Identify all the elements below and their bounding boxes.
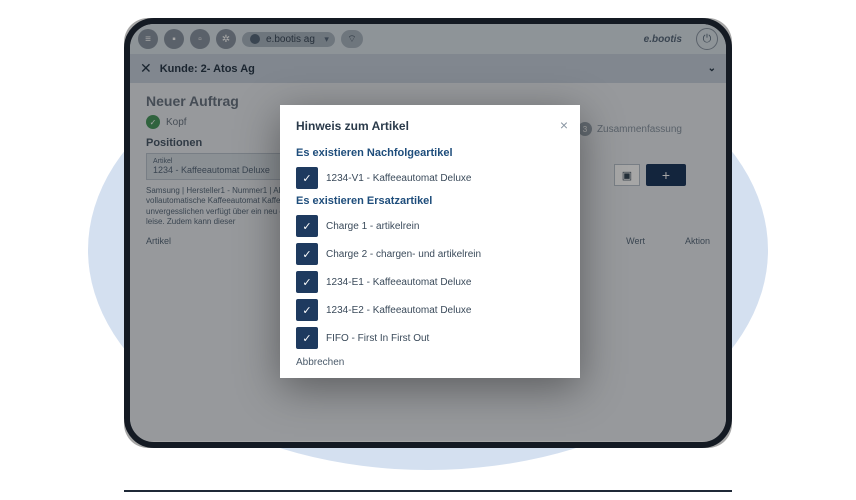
item-label: FIFO - First In First Out (326, 333, 429, 344)
modal-close-icon[interactable]: × (560, 117, 568, 133)
list-item[interactable]: ✓ 1234-V1 - Kaffeeautomat Deluxe (296, 167, 564, 189)
check-icon[interactable]: ✓ (296, 271, 318, 293)
check-icon[interactable]: ✓ (296, 243, 318, 265)
item-label: Charge 2 - chargen- und artikelrein (326, 249, 481, 260)
modal-title: Hinweis zum Artikel (296, 119, 564, 133)
list-item[interactable]: ✓ 1234-E1 - Kaffeeautomat Deluxe (296, 271, 564, 293)
check-icon[interactable]: ✓ (296, 299, 318, 321)
item-label: 1234-E2 - Kaffeeautomat Deluxe (326, 305, 471, 316)
list-item[interactable]: ✓ Charge 2 - chargen- und artikelrein (296, 243, 564, 265)
list-item[interactable]: ✓ Charge 1 - artikelrein (296, 215, 564, 237)
check-icon[interactable]: ✓ (296, 167, 318, 189)
list-item[interactable]: ✓ FIFO - First In First Out (296, 327, 564, 349)
modal-section1: Es existieren Nachfolgeartikel (296, 147, 564, 159)
list-item[interactable]: ✓ 1234-E2 - Kaffeeautomat Deluxe (296, 299, 564, 321)
article-modal: Hinweis zum Artikel × Es existieren Nach… (280, 105, 580, 378)
modal-section2: Es existieren Ersatzartikel (296, 195, 564, 207)
check-icon[interactable]: ✓ (296, 327, 318, 349)
item-label: Charge 1 - artikelrein (326, 221, 419, 232)
item-label: 1234-E1 - Kaffeeautomat Deluxe (326, 277, 471, 288)
check-icon[interactable]: ✓ (296, 215, 318, 237)
cancel-button[interactable]: Abbrechen (296, 357, 564, 368)
item-label: 1234-V1 - Kaffeeautomat Deluxe (326, 173, 471, 184)
